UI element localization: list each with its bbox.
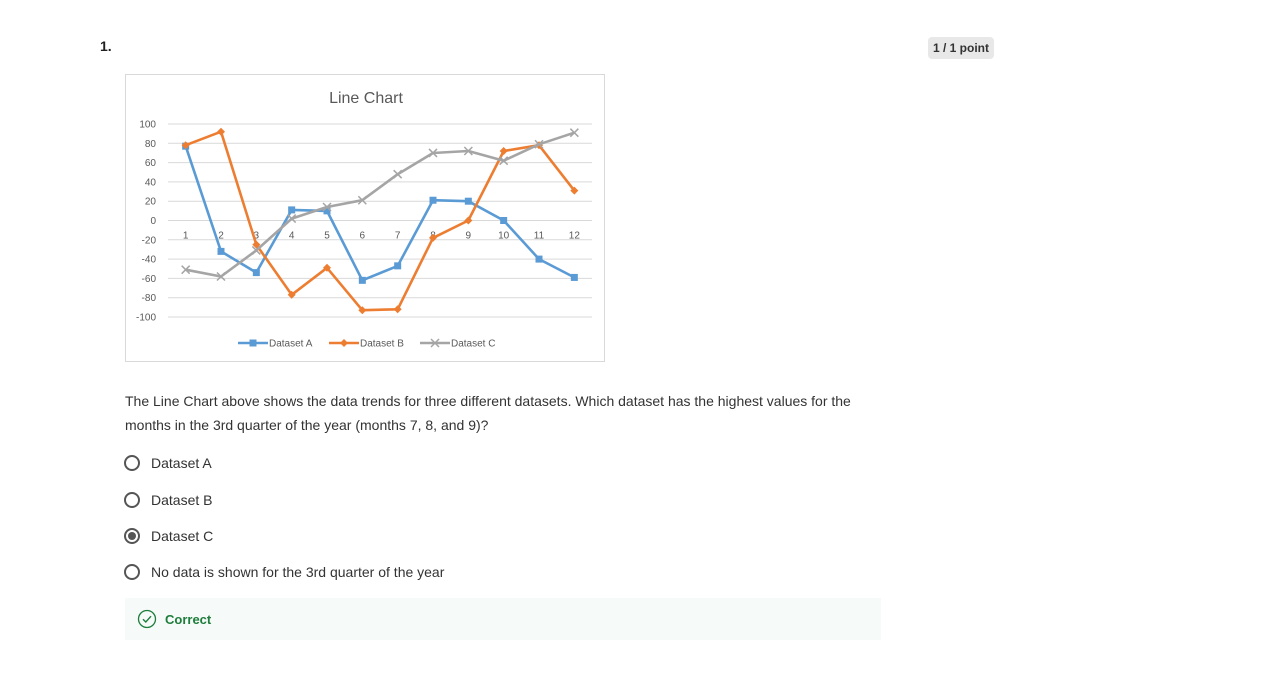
y-tick-label: -100 xyxy=(136,313,156,324)
radio-dataset-c[interactable] xyxy=(124,528,140,544)
question-text: The Line Chart above shows the data tren… xyxy=(125,393,851,433)
feedback-banner: Correct xyxy=(125,598,881,640)
data-point xyxy=(394,262,402,270)
data-point xyxy=(288,206,296,214)
x-tick-label: 4 xyxy=(289,231,295,242)
radio-no-data[interactable] xyxy=(124,564,140,580)
option-label: Dataset A xyxy=(151,455,212,471)
chart-title: Line Chart xyxy=(329,90,403,107)
line-chart-svg: Line Chart100806040200-20-40-60-80-1001 2… xyxy=(136,90,592,350)
x-tick-label: 1 xyxy=(183,231,189,242)
x-tick-label: 10 xyxy=(498,231,510,242)
x-tick-label: 5 xyxy=(324,231,330,242)
option-label: Dataset C xyxy=(151,528,214,544)
option-dataset-b[interactable]: Dataset B xyxy=(124,492,212,508)
y-tick-label: -20 xyxy=(142,235,157,246)
data-point xyxy=(500,217,508,224)
y-tick-label: 100 xyxy=(139,120,156,131)
line-chart: Line Chart 100 80 60 40 20 0 -20 -40 -60 -80 -100 1 2… xyxy=(125,74,605,362)
data-point xyxy=(358,276,366,284)
data-point xyxy=(393,169,403,179)
data-point xyxy=(429,196,437,204)
x-tick-label: 6 xyxy=(360,231,366,242)
y-tick-label: 0 xyxy=(150,216,156,227)
data-point xyxy=(252,269,260,277)
data-point xyxy=(464,197,472,205)
question-number: 1. xyxy=(100,38,112,54)
option-dataset-a[interactable]: Dataset A xyxy=(124,455,212,471)
score-badge: 1 / 1 point xyxy=(928,37,995,59)
legend-marker xyxy=(249,339,257,347)
x-tick-label: 12 xyxy=(569,231,581,242)
option-label: Dataset B xyxy=(151,492,213,508)
data-point xyxy=(217,247,225,255)
option-label: No data is shown for the 3rd quarter of … xyxy=(151,564,445,580)
legend-label: Dataset C xyxy=(451,339,495,350)
y-tick-label: -40 xyxy=(142,255,157,266)
y-tick-label: 40 xyxy=(145,177,157,188)
y-tick-label: -80 xyxy=(142,293,157,304)
radio-dataset-a[interactable] xyxy=(124,455,140,471)
feedback-label: Correct xyxy=(165,611,212,627)
x-tick-label: 11 xyxy=(534,231,545,242)
option-no-data[interactable]: No data is shown for the 3rd quarter of … xyxy=(124,564,444,580)
option-dataset-c[interactable]: Dataset C xyxy=(124,528,213,544)
x-tick-label: 2 xyxy=(218,231,224,242)
data-point xyxy=(217,127,225,136)
legend-marker xyxy=(340,339,348,347)
radio-dataset-b[interactable] xyxy=(124,492,140,508)
data-point xyxy=(535,255,543,263)
x-tick-label: 7 xyxy=(395,231,401,242)
check-circle-icon xyxy=(137,609,157,629)
legend-label: Dataset B xyxy=(360,339,404,350)
y-tick-label: -60 xyxy=(142,274,157,285)
data-point xyxy=(570,273,578,281)
y-tick-label: 80 xyxy=(145,139,157,150)
y-tick-label: 60 xyxy=(145,158,157,169)
legend-label: Dataset A xyxy=(269,339,313,350)
x-tick-label: 9 xyxy=(466,231,472,242)
y-tick-label: 20 xyxy=(145,197,157,208)
